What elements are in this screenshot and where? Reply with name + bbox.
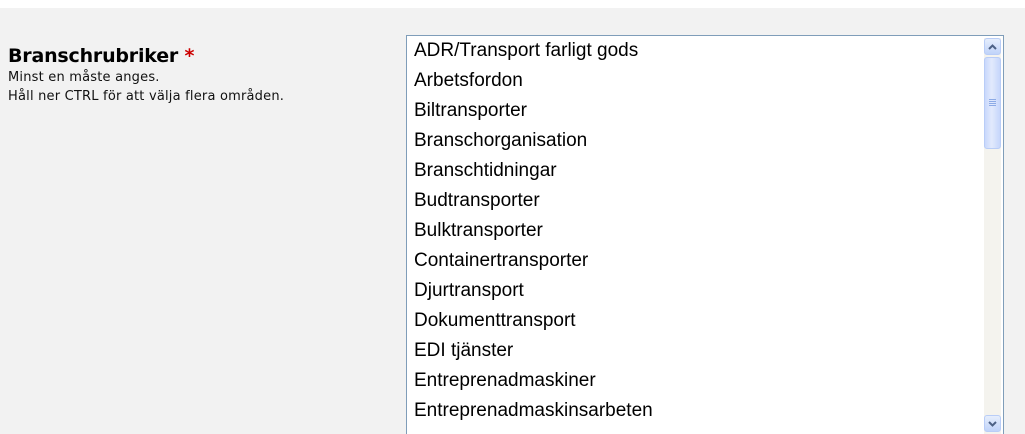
hint-line-1: Minst en måste anges. [8, 70, 160, 85]
grip-line [989, 103, 996, 104]
branch-category-listbox[interactable]: ADR/Transport farligt gods Arbetsfordon Bi… [406, 35, 1004, 434]
listbox-option[interactable]: Entreprenadmaskiner [407, 366, 981, 396]
listbox-option[interactable]: Entreprenadmaskinsarbeten [407, 396, 981, 426]
scrollbar-thumb[interactable] [984, 57, 1001, 149]
grip-line [989, 105, 996, 106]
field-label-group: Branschrubriker * Minst en måste anges. … [8, 44, 388, 106]
listbox-option[interactable]: Budtransporter [407, 186, 981, 216]
grip-line [989, 101, 996, 102]
listbox-options: ADR/Transport farligt gods Arbetsfordon Bi… [407, 36, 981, 434]
scroll-down-button[interactable] [984, 415, 1001, 432]
listbox-option[interactable]: Arbetsfordon [407, 66, 981, 96]
field-label-text: Branschrubriker [8, 45, 179, 67]
vertical-scrollbar[interactable] [984, 38, 1001, 434]
listbox-option[interactable]: Dokumenttransport [407, 306, 981, 336]
listbox-option[interactable]: Branschtidningar [407, 156, 981, 186]
listbox-option[interactable]: Containertransporter [407, 246, 981, 276]
listbox-option[interactable]: EDI tjänster [407, 336, 981, 366]
listbox-option[interactable]: Djurtransport [407, 276, 981, 306]
listbox-option[interactable]: ADR/Transport farligt gods [407, 36, 981, 66]
listbox-option[interactable]: Bulktransporter [407, 216, 981, 246]
listbox-option[interactable]: Biltransporter [407, 96, 981, 126]
scroll-up-button[interactable] [984, 38, 1001, 55]
field-label: Branschrubriker * [8, 44, 388, 68]
listbox-option[interactable]: Branschorganisation [407, 126, 981, 156]
grip-line [989, 99, 996, 100]
hint-line-2: Håll ner CTRL för att välja flera område… [8, 89, 285, 104]
required-marker: * [184, 45, 195, 67]
chevron-up-icon [988, 43, 997, 50]
chevron-down-icon [988, 420, 997, 427]
